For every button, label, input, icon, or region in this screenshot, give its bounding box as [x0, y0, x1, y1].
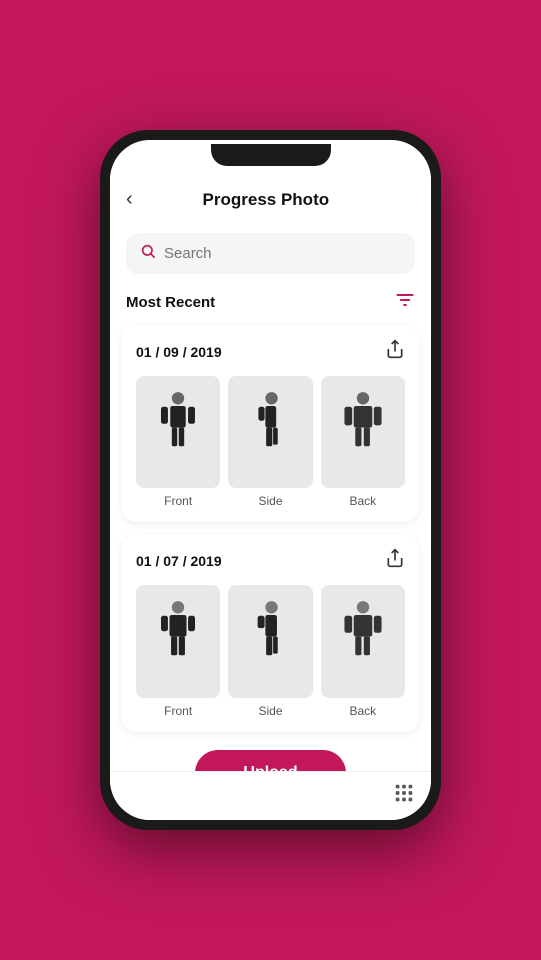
photo-item-front-2: Front	[136, 585, 220, 717]
photo-item-front-1: Front	[136, 376, 220, 508]
grid-icon[interactable]	[393, 782, 415, 810]
search-input[interactable]	[164, 245, 401, 262]
photo-label-side-1: Side	[258, 494, 282, 508]
photo-back-2	[321, 585, 405, 697]
header: ‹ Progress Photo	[110, 170, 431, 225]
card-header-1: 01 / 09 / 2019	[136, 339, 405, 364]
upload-button[interactable]: Upload	[195, 750, 345, 771]
upload-button-container: Upload	[110, 744, 431, 771]
notch-area	[110, 140, 431, 170]
photo-label-back-1: Back	[349, 494, 376, 508]
bottom-nav	[110, 771, 431, 820]
photo-item-side-1: Side	[228, 376, 312, 508]
photo-label-back-2: Back	[349, 704, 376, 718]
filter-icon[interactable]	[395, 290, 415, 315]
card-header-2: 01 / 07 / 2019	[136, 548, 405, 573]
photo-back-1	[321, 376, 405, 488]
photos-grid-2: Front Side	[136, 585, 405, 717]
photo-label-side-2: Side	[258, 704, 282, 718]
app-content: ‹ Progress Photo Most Recent 01 / 09 / 2…	[110, 170, 431, 771]
photo-label-front-2: Front	[164, 704, 192, 718]
photo-card-2: 01 / 07 / 2019	[122, 534, 419, 731]
share-icon-2[interactable]	[385, 548, 405, 573]
back-button[interactable]: ‹	[126, 184, 141, 215]
search-bar[interactable]	[126, 233, 415, 274]
photo-front-1	[136, 376, 220, 488]
photo-card-1: 01 / 09 / 2019	[122, 325, 419, 522]
photo-item-back-1: Back	[321, 376, 405, 508]
photos-grid-1: Front Side	[136, 376, 405, 508]
photo-label-front-1: Front	[164, 494, 192, 508]
section-title: Most Recent	[126, 294, 215, 311]
card-date-2: 01 / 07 / 2019	[136, 553, 222, 569]
share-icon-1[interactable]	[385, 339, 405, 364]
section-header: Most Recent	[110, 286, 431, 325]
photo-front-2	[136, 585, 220, 697]
card-date-1: 01 / 09 / 2019	[136, 344, 222, 360]
photo-item-side-2: Side	[228, 585, 312, 717]
photo-side-2	[228, 585, 312, 697]
search-icon	[140, 243, 156, 264]
phone-frame: ‹ Progress Photo Most Recent 01 / 09 / 2…	[100, 130, 441, 830]
photo-side-1	[228, 376, 312, 488]
photo-item-back-2: Back	[321, 585, 405, 717]
page-title: Progress Photo	[141, 190, 391, 210]
phone-screen: ‹ Progress Photo Most Recent 01 / 09 / 2…	[110, 140, 431, 820]
notch	[211, 144, 331, 166]
